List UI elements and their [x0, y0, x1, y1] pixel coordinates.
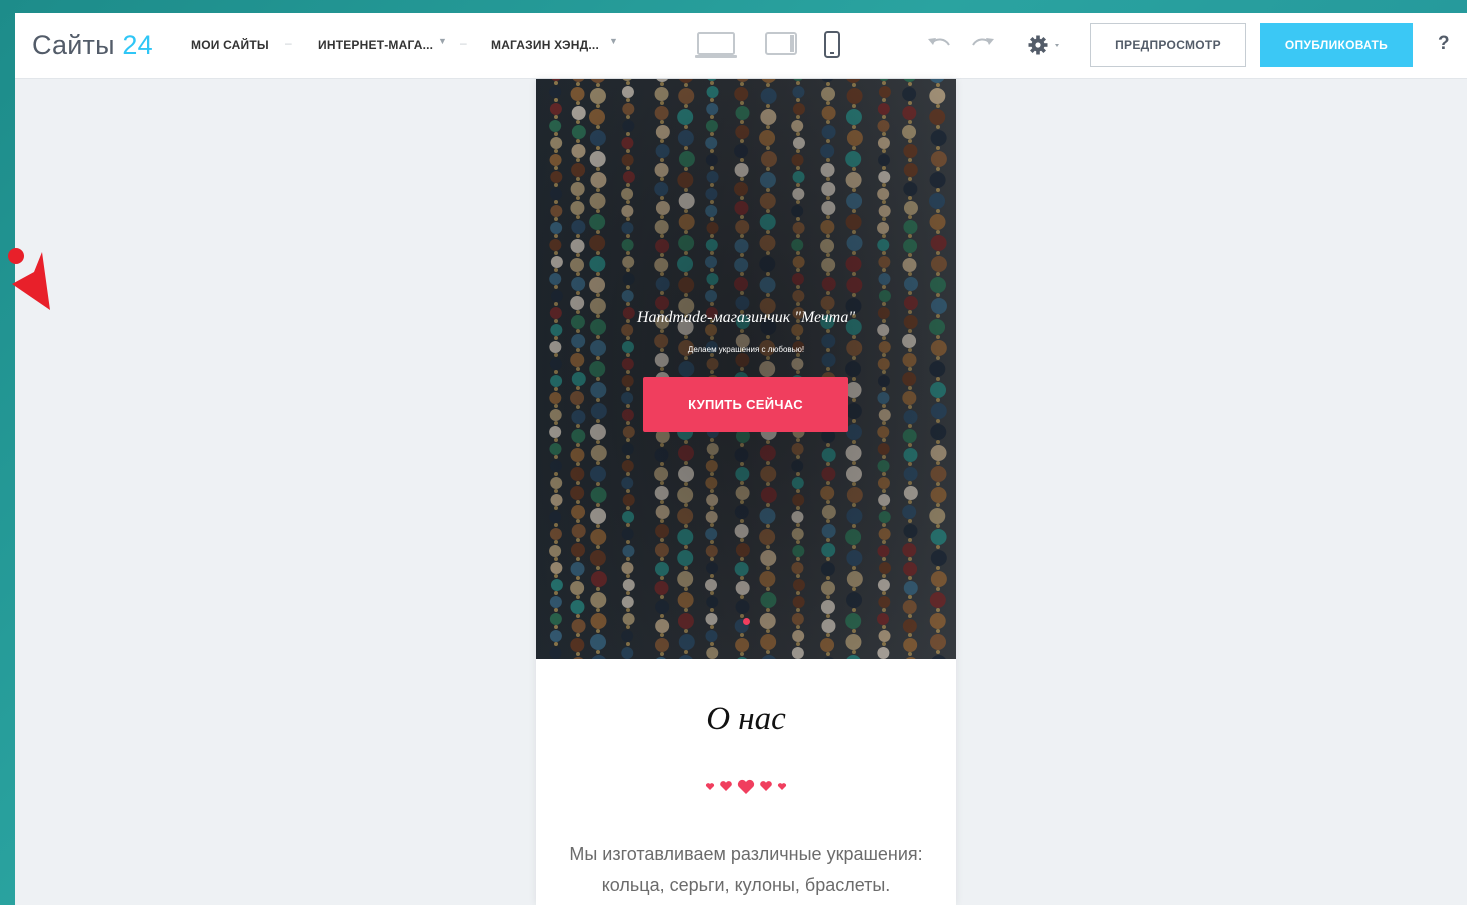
gear-icon[interactable] [1028, 34, 1062, 61]
phone-icon[interactable] [823, 31, 841, 64]
pointer-cursor-icon [4, 244, 60, 317]
about-title: О нас [706, 701, 786, 737]
hero-subtitle: Делаем украшения с любовью! [687, 345, 805, 354]
preview-button[interactable]: ПРЕДПРОСМОТР [1090, 23, 1246, 67]
top-toolbar: Сайты 24 МОИ САЙТЫ – ИНТЕРНЕТ-МАГА... ▼ … [15, 13, 1467, 79]
breadcrumb-my-sites[interactable]: МОИ САЙТЫ [191, 37, 269, 53]
hero-title: Handmade-магазинчик "Мечта" [636, 309, 856, 326]
buy-now-button[interactable]: КУПИТЬ СЕЙЧАС [643, 377, 848, 432]
laptop-icon[interactable] [694, 31, 738, 64]
logo-text: Сайты [32, 30, 115, 60]
help-button[interactable]: ? [1438, 33, 1450, 55]
chevron-down-icon[interactable]: ▼ [438, 36, 447, 46]
breadcrumb-separator: – [285, 36, 292, 50]
undo-icon[interactable] [926, 35, 952, 60]
slider-dot[interactable] [743, 618, 750, 625]
breadcrumb-separator: – [460, 36, 467, 50]
hearts-divider [704, 779, 788, 802]
hero-banner[interactable]: Handmade-магазинчик "Мечта" Делаем украш… [536, 79, 956, 659]
breadcrumb-store[interactable]: ИНТЕРНЕТ-МАГА... [318, 37, 433, 53]
hero-overlay [536, 79, 956, 659]
logo-number: 24 [122, 30, 153, 60]
about-text: Мы изготавливаем различные украшения: ко… [569, 844, 923, 895]
tablet-icon[interactable] [764, 31, 798, 64]
breadcrumb-page[interactable]: МАГАЗИН ХЭНД... [491, 37, 599, 53]
redo-icon[interactable] [970, 35, 996, 60]
chevron-down-icon[interactable]: ▼ [609, 36, 618, 46]
publish-button[interactable]: ОПУБЛИКОВАТЬ [1260, 23, 1413, 67]
editor-window: Сайты 24 МОИ САЙТЫ – ИНТЕРНЕТ-МАГА... ▼ … [15, 13, 1467, 905]
app-logo[interactable]: Сайты 24 [32, 28, 153, 62]
mobile-preview: Handmade-магазинчик "Мечта" Делаем украш… [536, 79, 956, 905]
